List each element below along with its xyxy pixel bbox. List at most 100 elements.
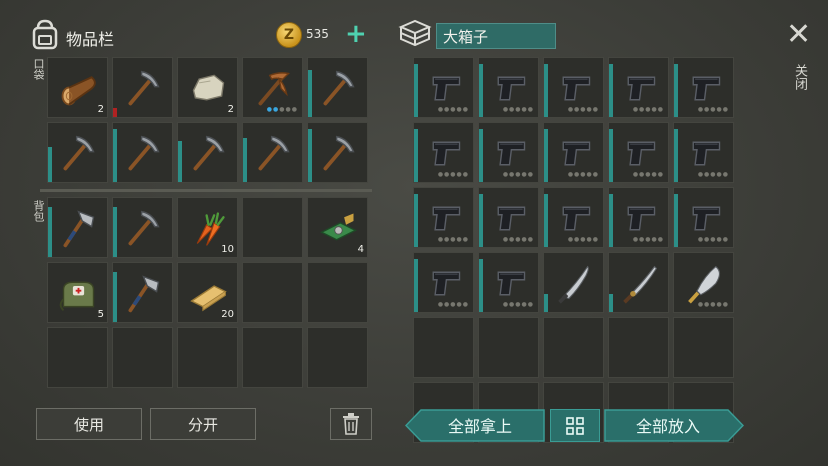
stone-icon [192, 74, 225, 101]
box-slot[interactable]: ●●●●● [673, 252, 734, 313]
box-slot[interactable] [543, 252, 604, 313]
split-button[interactable]: 分开 [150, 408, 256, 440]
box-slot[interactable]: ●●●●● [478, 252, 539, 313]
box-slot[interactable]: ●●●●● [608, 122, 669, 183]
backpack-slot[interactable] [177, 327, 238, 388]
box-slot[interactable] [673, 317, 734, 378]
pocket-slot[interactable] [112, 57, 173, 118]
close-button[interactable]: ✕ [786, 20, 811, 50]
backpack-icon [32, 19, 58, 50]
box-slot[interactable]: ●●●●● [413, 252, 474, 313]
pickaxe-icon [128, 70, 160, 106]
pistol-icon [562, 141, 591, 166]
box-slot[interactable]: ●●●●● [478, 122, 539, 183]
box-slot[interactable] [413, 317, 474, 378]
box-slot[interactable]: ●●●●● [413, 122, 474, 183]
box-slot[interactable] [608, 252, 669, 313]
pickaxe-icon [323, 135, 355, 171]
backpack-slot[interactable]: 5 [47, 262, 108, 323]
backpack-slot[interactable] [307, 327, 368, 388]
backpack-label: 背包 [32, 200, 45, 222]
quality-dots: ●●●●● [632, 171, 664, 178]
item-count: 5 [97, 309, 104, 320]
pistol-icon [497, 271, 526, 296]
durability-bar [48, 147, 52, 182]
box-slot[interactable]: ●●●●● [413, 187, 474, 248]
box-slot[interactable]: ●●●●● [543, 187, 604, 248]
pistol-icon [432, 271, 461, 296]
quality-dots: ●●●●● [697, 301, 729, 308]
pickaxe-icon [323, 70, 355, 106]
box-slot[interactable]: ●●●●● [673, 187, 734, 248]
backpack-slot[interactable] [112, 327, 173, 388]
box-slot[interactable] [608, 317, 669, 378]
pocket-slot[interactable] [242, 122, 303, 183]
backpack-slot[interactable] [47, 197, 108, 258]
pickaxe-icon [63, 135, 95, 171]
pocket-slot[interactable] [177, 122, 238, 183]
box-slot[interactable]: ●●●●● [478, 187, 539, 248]
pickaxe-icon [193, 135, 225, 171]
coin-count: 535 [306, 27, 329, 41]
durability-bar [414, 194, 418, 247]
quality-dots: ●●●●● [697, 171, 729, 178]
durability-bar [414, 129, 418, 182]
durability-bar [113, 207, 117, 257]
box-slot[interactable]: ●●●●● [413, 57, 474, 118]
quality-dots: ●●●●● [567, 106, 599, 113]
durability-bar [479, 64, 483, 117]
box-slot[interactable]: ●●●●● [608, 57, 669, 118]
pistol-icon [562, 206, 591, 231]
durability-bar [674, 129, 678, 182]
box-slot[interactable]: ●●●●● [673, 122, 734, 183]
box-slot[interactable]: ●●●●● [478, 57, 539, 118]
pocket-slot[interactable]: ●●●●● [242, 57, 303, 118]
item-count: 2 [227, 104, 234, 115]
sort-button[interactable] [550, 409, 600, 442]
pocket-slot[interactable] [307, 122, 368, 183]
backpack-slot[interactable] [242, 197, 303, 258]
pistol-icon [692, 206, 721, 231]
add-coins-button[interactable]: + [345, 21, 367, 47]
backpack-slot[interactable] [242, 262, 303, 323]
backpack-slot[interactable] [112, 197, 173, 258]
box-slot[interactable] [478, 317, 539, 378]
durability-bar [544, 64, 548, 117]
pocket-slot[interactable] [307, 57, 368, 118]
pocket-slot[interactable] [112, 122, 173, 183]
use-button[interactable]: 使用 [36, 408, 142, 440]
durability-bar [479, 194, 483, 247]
pocket-slot[interactable]: 2 [177, 57, 238, 118]
durability-bar [308, 129, 312, 182]
box-slot[interactable]: ●●●●● [673, 57, 734, 118]
backpack-slot[interactable]: 4 [307, 197, 368, 258]
box-slot[interactable]: ●●●●● [608, 187, 669, 248]
pocket-slot[interactable]: 2 [47, 57, 108, 118]
backpack-slot[interactable]: 10 [177, 197, 238, 258]
backpack-slot[interactable] [307, 262, 368, 323]
box-slot[interactable]: ●●●●● [543, 122, 604, 183]
box-slot[interactable] [543, 317, 604, 378]
quality-dots: ●●●●● [437, 171, 469, 178]
backpack-slot[interactable] [112, 262, 173, 323]
trash-button[interactable] [330, 408, 372, 440]
durability-bar [544, 294, 548, 312]
close-label: 关闭 [792, 64, 807, 90]
box-slot[interactable]: ●●●●● [543, 57, 604, 118]
pistol-icon [497, 206, 526, 231]
durability-bar [243, 138, 247, 182]
backpack-slot[interactable] [242, 327, 303, 388]
quality-dots: ●●●●● [502, 106, 534, 113]
box-title: 大箱子 [443, 27, 489, 46]
pistol-icon [562, 76, 591, 101]
backpack-slot[interactable] [47, 327, 108, 388]
durability-bar [674, 194, 678, 247]
quality-dots: ●●●●● [632, 106, 664, 113]
circuit-board-icon [320, 213, 357, 241]
pistol-icon [627, 206, 656, 231]
put-all-button[interactable]: 全部放入 [604, 409, 732, 441]
durability-bar [113, 272, 117, 322]
pocket-slot[interactable] [47, 122, 108, 183]
backpack-slot[interactable]: 20 [177, 262, 238, 323]
take-all-button[interactable]: 全部拿上 [420, 409, 540, 441]
